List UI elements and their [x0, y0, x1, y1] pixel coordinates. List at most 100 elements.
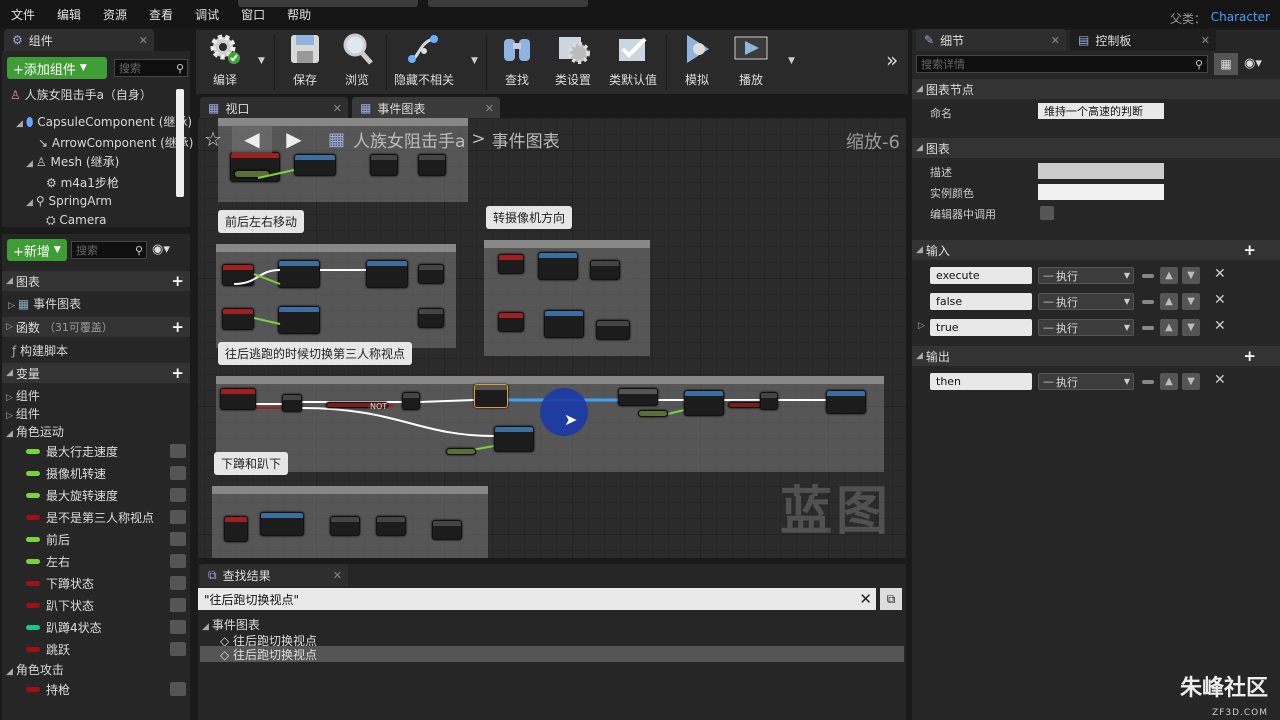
move-down-button[interactable]: ▼ [1182, 267, 1200, 284]
menu-file[interactable]: 文件 [0, 6, 46, 23]
menu-asset[interactable]: 资源 [92, 6, 138, 23]
variable-item[interactable]: 趴下状态 [2, 594, 190, 616]
graph-node[interactable] [224, 516, 248, 542]
save-button[interactable]: 保存 [280, 30, 330, 94]
add-input-icon[interactable]: + [1243, 241, 1256, 259]
close-icon[interactable]: ✕ [333, 102, 342, 115]
variable-item[interactable]: 持枪 [2, 678, 190, 700]
hide-unrelated-button[interactable]: 隐藏不相关 [390, 30, 458, 94]
move-up-button[interactable]: ▲ [1160, 293, 1178, 310]
graph-node[interactable] [494, 426, 534, 452]
pin-type-select[interactable]: — 执行 ▼ [1038, 267, 1134, 284]
section-functions[interactable]: ▷ 函数 （31可覆盖） + [2, 317, 190, 337]
chevron-down-icon[interactable]: ▼ [258, 56, 265, 66]
tree-item-mesh[interactable]: ◢ ♙ Mesh (继承) [26, 153, 119, 170]
compile-button[interactable]: 编译 [200, 30, 250, 94]
parent-class-link[interactable]: Character [1211, 10, 1270, 24]
add-graph-icon[interactable]: + [171, 272, 184, 290]
find-button[interactable]: ⧉ [880, 588, 902, 610]
visibility-icon[interactable] [170, 488, 186, 502]
category-character-attack[interactable]: ◢ 角色攻击 [6, 661, 64, 678]
variable-item[interactable]: 最大旋转速度 [2, 484, 190, 506]
tree-item-capsule[interactable]: ◢ ⬮ CapsuleComponent (继承) [16, 113, 192, 130]
instance-color-swatch[interactable] [1038, 184, 1164, 200]
pin-name-field[interactable]: false [930, 293, 1032, 310]
tab-event-graph[interactable]: ▦ 事件图表 ✕ [352, 97, 500, 119]
menu-edit[interactable]: 编辑 [46, 6, 92, 23]
graph-node[interactable] [432, 520, 462, 540]
pin-name-field[interactable]: then [930, 373, 1032, 390]
visibility-icon[interactable] [170, 510, 186, 524]
menu-window[interactable]: 窗口 [230, 6, 276, 23]
menu-debug[interactable]: 调试 [184, 6, 230, 23]
graph-node[interactable] [260, 512, 304, 536]
visibility-icon[interactable] [170, 444, 186, 458]
section-outputs[interactable]: ◢ 输出 + [912, 346, 1280, 366]
node-name-field[interactable]: 维持一个高速的判断 [1038, 103, 1164, 119]
description-field[interactable] [1038, 163, 1164, 179]
visibility-icon[interactable] [170, 642, 186, 656]
result-root[interactable]: ◢ 事件图表 [202, 616, 260, 633]
graph-node[interactable] [330, 516, 360, 536]
pin-name-field[interactable]: execute [930, 267, 1032, 284]
move-up-button[interactable]: ▲ [1160, 373, 1178, 390]
graph-node[interactable] [402, 392, 420, 410]
delete-pin-icon[interactable]: ✕ [1214, 292, 1226, 308]
property-matrix-button[interactable]: ▦ [1214, 53, 1238, 75]
menu-help[interactable]: 帮助 [276, 6, 322, 23]
section-variables[interactable]: ◢ 变量 + [2, 363, 190, 383]
add-component-button[interactable]: +添加组件 ▼ [7, 57, 107, 79]
find-query-input[interactable]: "往后跑切换视点" ✕ [198, 588, 876, 610]
visibility-icon[interactable] [170, 576, 186, 590]
tree-item-rifle[interactable]: ⚙ m4a1步枪 [46, 174, 119, 191]
details-search-input[interactable]: 搜索详情 ⚲ [916, 55, 1208, 73]
eye-icon[interactable]: ◉▾ [1244, 56, 1262, 71]
move-down-button[interactable]: ▼ [1182, 319, 1200, 336]
close-icon[interactable]: ✕ [139, 34, 148, 47]
tab-palette[interactable]: ▤ 控制板 ✕ [1070, 29, 1216, 51]
expand-toolbar-icon[interactable]: » [886, 48, 898, 72]
move-down-button[interactable]: ▼ [1182, 373, 1200, 390]
graph-node[interactable] [376, 516, 406, 536]
move-up-button[interactable]: ▲ [1160, 319, 1178, 336]
event-graph-item[interactable]: ▷ ▦ 事件图表 [8, 295, 81, 312]
variable-item[interactable]: 下蹲状态 [2, 572, 190, 594]
visibility-icon[interactable] [170, 466, 186, 480]
event-graph-canvas[interactable]: ☆ ◀ ▶ ▦ 人族女阻击手a > 事件图表 缩放-6 前后左右移动 转摄像机方… [198, 118, 906, 558]
variable-item[interactable]: 趴蹲4状态 [2, 616, 190, 638]
close-icon[interactable]: ✕ [485, 102, 494, 115]
variable-item[interactable]: 摄像机转速 [2, 462, 190, 484]
graph-node[interactable] [282, 394, 302, 412]
tab-viewport[interactable]: ▦ 视口 ✕ [200, 97, 348, 119]
graph-node[interactable] [638, 410, 668, 417]
browse-button[interactable]: 浏览 [332, 30, 382, 94]
new-button[interactable]: +新增 ▼ [7, 239, 67, 261]
visibility-icon[interactable] [170, 532, 186, 546]
document-tab[interactable] [428, 0, 588, 7]
blueprint-search-input[interactable]: 搜索 ⚲ [71, 241, 147, 259]
category-components[interactable]: ▷ 组件 [6, 387, 40, 404]
tab-components[interactable]: ⚙ 组件 ✕ [4, 29, 154, 51]
menu-view[interactable]: 查看 [138, 6, 184, 23]
graph-node[interactable] [220, 388, 256, 410]
visibility-icon[interactable] [170, 598, 186, 612]
find-button[interactable]: 查找 [492, 30, 542, 94]
move-up-button[interactable]: ▲ [1160, 267, 1178, 284]
play-button[interactable]: 播放 [726, 30, 776, 94]
close-icon[interactable]: ✕ [1201, 34, 1210, 47]
chevron-down-icon[interactable]: ▼ [788, 56, 795, 66]
delete-pin-icon[interactable]: ✕ [1214, 318, 1226, 334]
construction-script-item[interactable]: ƒ 构建脚本 [12, 342, 68, 359]
delete-pin-icon[interactable]: ✕ [1214, 266, 1226, 282]
pin-type-select[interactable]: — 执行 ▼ [1038, 373, 1134, 390]
visibility-icon[interactable] [170, 620, 186, 634]
section-inputs[interactable]: ◢ 输入 + [912, 240, 1280, 260]
section-graphs[interactable]: ◢ 图表 + [2, 271, 190, 291]
tree-item-self[interactable]: ♙ 人族女阻击手a（自身） [10, 86, 152, 103]
graph-node[interactable] [618, 388, 658, 406]
variable-item[interactable]: 跳跃 [2, 638, 190, 660]
close-icon[interactable]: ✕ [1051, 34, 1060, 47]
document-tab[interactable] [238, 0, 418, 7]
tree-item-arrow[interactable]: ↘ ArrowComponent (继承) [38, 134, 193, 151]
delete-pin-icon[interactable]: ✕ [1214, 372, 1226, 388]
